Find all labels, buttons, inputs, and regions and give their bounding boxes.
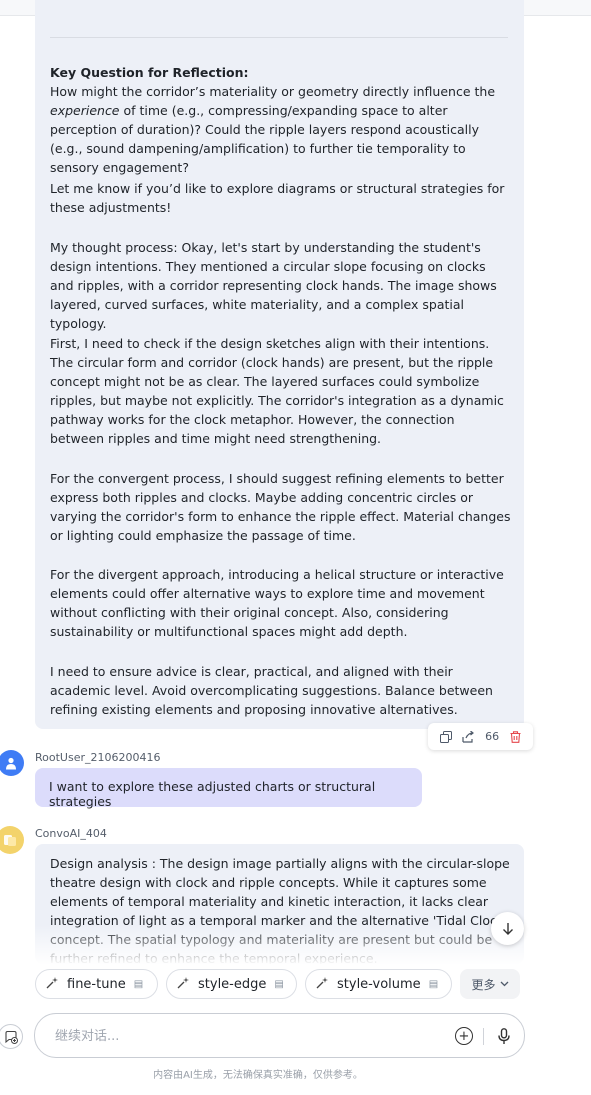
chevron-down-icon <box>500 981 508 987</box>
chip-label: fine-tune <box>67 976 126 992</box>
ai-avatar <box>0 826 24 854</box>
trash-icon[interactable] <box>506 728 524 746</box>
chip-badge-icon: ▤ <box>428 978 439 990</box>
thought-paragraph-2: First, I need to check if the design ske… <box>50 336 504 446</box>
sparkle-icon <box>316 976 329 992</box>
chip-label: style-edge <box>198 976 267 992</box>
microphone-icon[interactable] <box>494 1025 514 1047</box>
key-question-emphasis: experience <box>50 102 120 118</box>
user-message-bubble: I want to explore these adjusted charts … <box>35 768 422 809</box>
user-message-text: I want to explore these adjusted charts … <box>49 779 376 809</box>
chip-label: style-volume <box>337 976 421 992</box>
suggestion-chip-fine-tune[interactable]: fine-tune ▤ <box>35 969 158 999</box>
person-icon <box>6 757 16 769</box>
fade-overlay <box>35 925 524 965</box>
chip-badge-icon: ▤ <box>274 978 284 990</box>
scroll-to-bottom-button[interactable] <box>491 912 524 945</box>
attach-plus-icon[interactable]: + <box>455 1027 473 1045</box>
bot-logo-icon <box>4 835 16 846</box>
sparkle-icon <box>46 976 59 992</box>
ai-disclaimer: 内容由AI生成，无法确保真实准确，仅供参考。 <box>153 1070 363 1081</box>
thought-paragraph-5: I need to ensure advice is clear, practi… <box>50 664 493 717</box>
suggestion-chip-style-volume[interactable]: style-volume ▤ <box>305 969 452 999</box>
user-avatar <box>0 750 24 776</box>
more-suggestions-button[interactable]: 更多 <box>460 969 520 999</box>
new-chat-icon[interactable] <box>0 1024 23 1049</box>
key-question: Key Question for Reflection: How might t… <box>50 64 512 177</box>
thought-paragraph-1: My thought process: Okay, let's start by… <box>50 240 497 331</box>
user-name: RootUser_2106200416 <box>35 751 161 764</box>
ai-name: ConvoAI_404 <box>35 827 107 840</box>
sparkle-icon <box>177 976 190 992</box>
more-label: 更多 <box>471 977 496 992</box>
key-question-heading: Key Question for Reflection: <box>50 65 249 80</box>
offer-paragraph: Let me know if you’d like to explore dia… <box>50 181 505 215</box>
quote-button[interactable]: 66 <box>483 728 501 746</box>
key-question-text-start: How might the corridor’s materiality or … <box>50 83 496 99</box>
message-composer: + <box>34 1013 525 1058</box>
thought-paragraph-3: For the convergent process, I should sug… <box>50 471 511 543</box>
composer-divider <box>483 1028 484 1045</box>
share-icon[interactable] <box>460 728 478 746</box>
suggestion-chip-style-edge[interactable]: style-edge ▤ <box>166 969 297 999</box>
divider <box>50 37 508 38</box>
chip-badge-icon: ▤ <box>133 978 144 990</box>
message-input[interactable] <box>55 1026 435 1046</box>
thought-paragraph-4: For the divergent approach, introducing … <box>50 567 504 639</box>
message-actions: 66 <box>428 723 533 750</box>
arrow-down-icon <box>502 922 513 935</box>
copy-icon[interactable] <box>437 728 455 746</box>
